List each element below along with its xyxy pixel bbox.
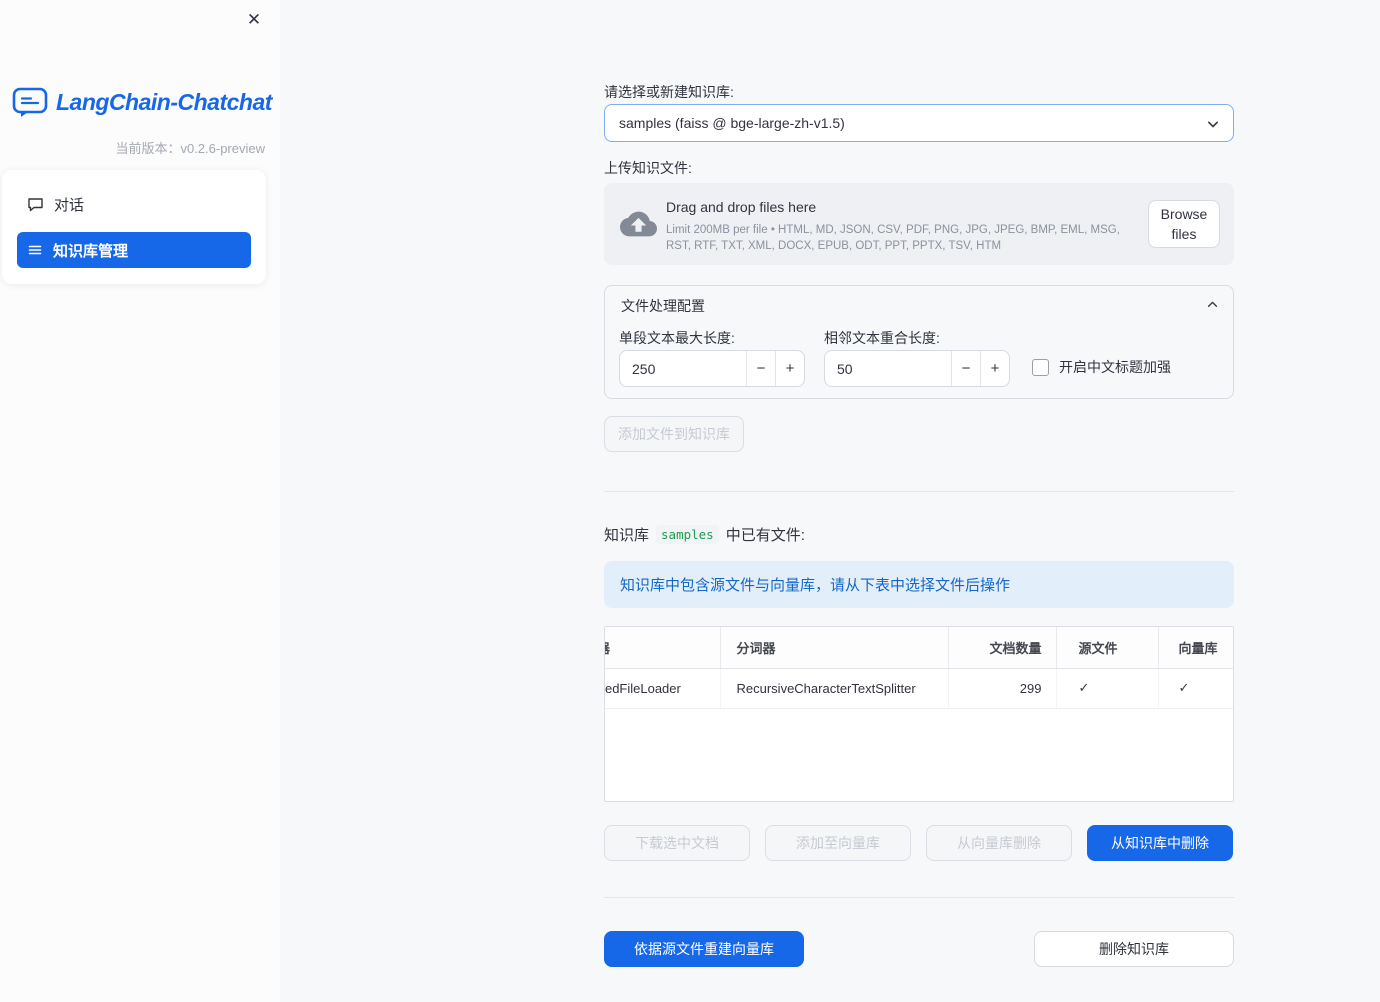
overlap-label: 相邻文本重合长度: (824, 330, 940, 346)
chevron-down-icon (1203, 114, 1223, 137)
sidebar-close-button[interactable]: ✕ (240, 6, 268, 34)
zh-title-enhance-checkbox[interactable] (1032, 358, 1049, 376)
overlap-stepper: 50 − + (824, 350, 1010, 387)
delete-kb-button[interactable]: 删除知识库 (1034, 931, 1234, 967)
delete-from-vector-store-button[interactable]: 从向量库删除 (926, 825, 1072, 861)
table-header-row: 文档加载器 分词器 文档数量 源文件 向量库 (605, 627, 1233, 669)
logo-text: LangChain-Chatchat (56, 88, 272, 115)
zh-title-enhance-row: 开启中文标题加强 (1032, 357, 1171, 377)
minus-button[interactable]: − (951, 351, 980, 386)
file-dropzone[interactable]: Drag and drop files here Limit 200MB per… (604, 183, 1234, 265)
sidebar-menu: 对话 知识库管理 (2, 170, 266, 284)
chat-icon (27, 196, 44, 213)
version-text: 当前版本：v0.2.6-preview (115, 138, 265, 157)
kb-name-code: samples (656, 525, 719, 544)
file-config-expander: 文件处理配置 单段文本最大长度: 相邻文本重合长度: 250 − + 50 − … (604, 285, 1234, 399)
add-files-button[interactable]: 添加文件到知识库 (604, 416, 744, 452)
overlap-input[interactable]: 50 (837, 351, 853, 386)
sidebar-item-chat[interactable]: 对话 (17, 186, 251, 222)
cell-vector-store-check: ✓ (1158, 668, 1233, 709)
kb-files-heading: 知识库 samples 中已有文件: (604, 524, 805, 545)
sidebar-item-label: 对话 (54, 196, 85, 214)
kb-files-prefix: 知识库 (604, 527, 650, 544)
list-icon (27, 242, 43, 258)
zh-title-enhance-label: 开启中文标题加强 (1059, 359, 1171, 375)
files-table[interactable]: 文档加载器 分词器 文档数量 源文件 向量库 UnstructuredFileL… (604, 626, 1234, 802)
cell-loader: UnstructuredFileLoader (605, 668, 721, 709)
close-icon: ✕ (246, 10, 262, 29)
expander-title[interactable]: 文件处理配置 (621, 296, 705, 316)
minus-button[interactable]: − (746, 351, 775, 386)
kb-select-value: samples (faiss @ bge-large-zh-v1.5) (619, 115, 845, 131)
files-table-scroll[interactable]: 文档加载器 分词器 文档数量 源文件 向量库 UnstructuredFileL… (605, 627, 1233, 709)
download-selected-button[interactable]: 下载选中文档 (604, 825, 750, 861)
dropzone-limits: Limit 200MB per file • HTML, MD, JSON, C… (666, 224, 1120, 252)
table-row[interactable]: UnstructuredFileLoader RecursiveCharacte… (605, 668, 1233, 709)
max-length-stepper: 250 − + (619, 350, 805, 387)
kb-select[interactable]: samples (faiss @ bge-large-zh-v1.5) (604, 104, 1234, 142)
sidebar-item-label: 知识库管理 (53, 242, 129, 260)
sidebar: ✕ LangChain-Chatchat 当前版本：v0.2.6-preview (0, 0, 280, 1002)
column-header-source-file[interactable]: 源文件 (1056, 627, 1159, 669)
sidebar-item-kb-management[interactable]: 知识库管理 (17, 232, 251, 268)
cell-splitter: RecursiveCharacterTextSplitter (720, 668, 949, 709)
version-label: 当前版本： (115, 141, 181, 156)
column-header-splitter[interactable]: 分词器 (720, 627, 949, 669)
upload-label: 上传知识文件: (604, 160, 692, 176)
cell-source-file-check: ✓ (1056, 668, 1159, 709)
info-alert: 知识库中包含源文件与向量库，请从下表中选择文件后操作 (604, 561, 1234, 608)
divider (604, 897, 1234, 898)
info-alert-text: 知识库中包含源文件与向量库，请从下表中选择文件后操作 (620, 577, 1011, 594)
cell-doc-count: 299 (948, 668, 1057, 709)
add-to-vector-store-button[interactable]: 添加至向量库 (765, 825, 911, 861)
rebuild-vector-store-button[interactable]: 依据源文件重建向量库 (604, 931, 804, 967)
max-length-input[interactable]: 250 (632, 351, 655, 386)
kb-select-label: 请选择或新建知识库: (604, 84, 734, 100)
max-length-label: 单段文本最大长度: (619, 330, 735, 346)
column-header-doc-count[interactable]: 文档数量 (948, 627, 1057, 669)
main-content: 请选择或新建知识库: samples (faiss @ bge-large-zh… (604, 0, 1234, 1002)
divider (604, 491, 1234, 492)
delete-from-kb-button[interactable]: 从知识库中删除 (1087, 825, 1233, 861)
column-header-loader[interactable]: 文档加载器 (605, 627, 721, 669)
cloud-upload-icon (620, 210, 657, 243)
plus-button[interactable]: + (980, 351, 1009, 386)
chevron-up-icon[interactable] (1204, 296, 1221, 318)
plus-button[interactable]: + (775, 351, 804, 386)
version-value: v0.2.6-preview (180, 141, 265, 156)
logo: LangChain-Chatchat (12, 86, 272, 118)
logo-chat-icon (12, 86, 48, 118)
browse-files-button[interactable]: Browse files (1148, 200, 1220, 248)
column-header-vector-store[interactable]: 向量库 (1158, 627, 1233, 669)
dropzone-instruction: Drag and drop files here (666, 199, 817, 215)
kb-files-suffix: 中已有文件: (725, 527, 805, 544)
